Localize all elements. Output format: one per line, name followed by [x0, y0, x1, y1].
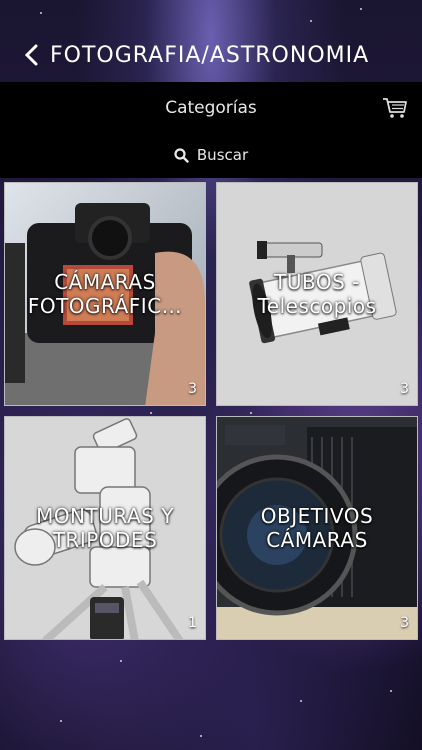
- category-tile-objetivos[interactable]: OBJETIVOS CÁMARAS 3: [216, 416, 418, 640]
- cart-button[interactable]: [382, 96, 408, 120]
- category-count: 3: [188, 381, 197, 397]
- category-label: OBJETIVOS CÁMARAS: [260, 504, 374, 552]
- search-label: Buscar: [196, 146, 249, 164]
- category-count: 3: [400, 615, 409, 631]
- category-tile-camaras[interactable]: CÁMARAS FOTOGRÁFIC… 3: [4, 182, 206, 406]
- category-tile-monturas[interactable]: MONTURAS Y TRIPODES 1: [4, 416, 206, 640]
- back-button[interactable]: [20, 44, 42, 66]
- category-label: CÁMARAS FOTOGRÁFIC…: [27, 270, 183, 318]
- page-title: FOTOGRAFIA/ASTRONOMIA: [50, 42, 370, 68]
- category-header-bar: Categorías Buscar: [0, 82, 422, 178]
- search-button[interactable]: Buscar: [0, 146, 422, 164]
- chevron-left-icon: [24, 44, 38, 66]
- top-navigation-bar: FOTOGRAFIA/ASTRONOMIA: [0, 28, 422, 82]
- category-count: 1: [188, 615, 197, 631]
- search-icon: [174, 147, 189, 163]
- categories-title: Categorías: [165, 98, 257, 118]
- category-count: 3: [400, 381, 409, 397]
- category-tile-tubos[interactable]: TUBOS - Telescopios 3: [216, 182, 418, 406]
- category-label: MONTURAS Y TRIPODES: [36, 504, 174, 552]
- cart-icon: [383, 98, 407, 118]
- category-label: TUBOS - Telescopios: [257, 270, 377, 318]
